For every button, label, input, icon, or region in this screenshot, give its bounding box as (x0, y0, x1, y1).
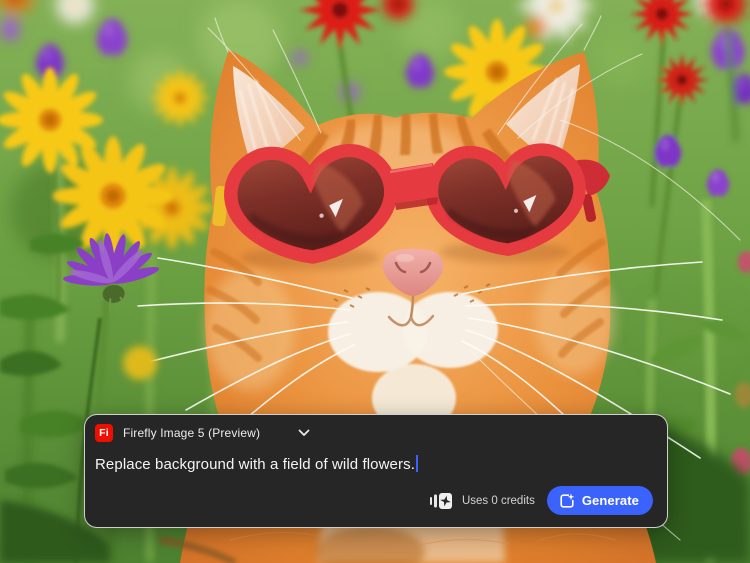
generate-sparkle-icon (559, 492, 575, 509)
prompt-input[interactable]: Replace background with a field of wild … (95, 455, 653, 473)
firefly-editor: Fi Firefly Image 5 (Preview) Replace bac… (0, 0, 750, 563)
text-cursor (415, 455, 418, 472)
generate-button-label: Generate (581, 493, 639, 508)
model-selector-label: Firefly Image 5 (Preview) (123, 426, 261, 440)
credits-label: Uses 0 credits (461, 494, 535, 507)
chevron-down-icon (298, 429, 310, 437)
generate-button[interactable]: Generate (546, 486, 653, 515)
prompt-bar: Fi Firefly Image 5 (Preview) Replace bac… (84, 414, 668, 528)
prompt-text: Replace background with a field of wild … (95, 456, 415, 473)
prompt-bar-footer: Uses 0 credits Generate (95, 486, 653, 515)
firefly-logo-icon: Fi (95, 424, 113, 442)
model-selector[interactable]: Fi Firefly Image 5 (Preview) (95, 424, 653, 442)
credits-icon (429, 492, 452, 510)
